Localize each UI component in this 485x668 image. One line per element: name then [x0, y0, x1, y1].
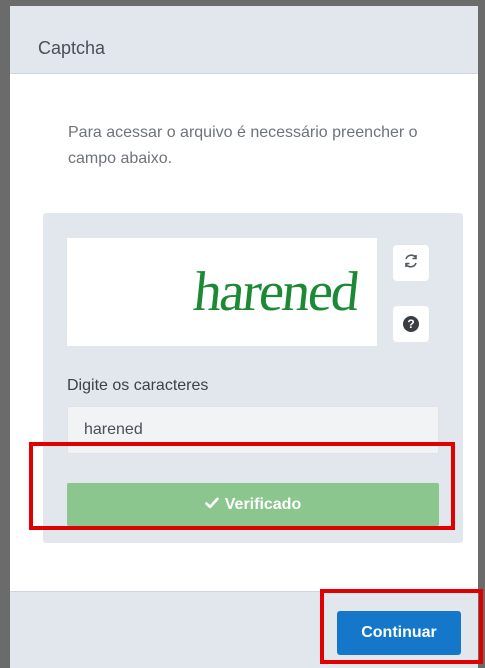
- modal-header: Captcha: [10, 6, 478, 74]
- captcha-image-text: harened: [190, 261, 361, 323]
- captcha-image: harened: [67, 238, 377, 346]
- window-border-left: [0, 0, 10, 668]
- captcha-modal: Captcha Para acessar o arquivo é necessá…: [10, 6, 478, 668]
- refresh-captcha-button[interactable]: [393, 245, 429, 281]
- screen: Captcha Para acessar o arquivo é necessá…: [0, 0, 485, 668]
- window-border-right: [478, 0, 485, 668]
- highlight-box-continue: [320, 589, 483, 664]
- captcha-help-button[interactable]: ?: [393, 306, 429, 342]
- refresh-icon: [403, 253, 419, 274]
- highlight-box-verified: [29, 442, 455, 530]
- captcha-input-label: Digite os caracteres: [67, 377, 209, 394]
- modal-title: Captcha: [38, 38, 106, 58]
- question-circle-icon: ?: [403, 316, 419, 332]
- intro-text: Para acessar o arquivo é necessário pree…: [68, 124, 418, 167]
